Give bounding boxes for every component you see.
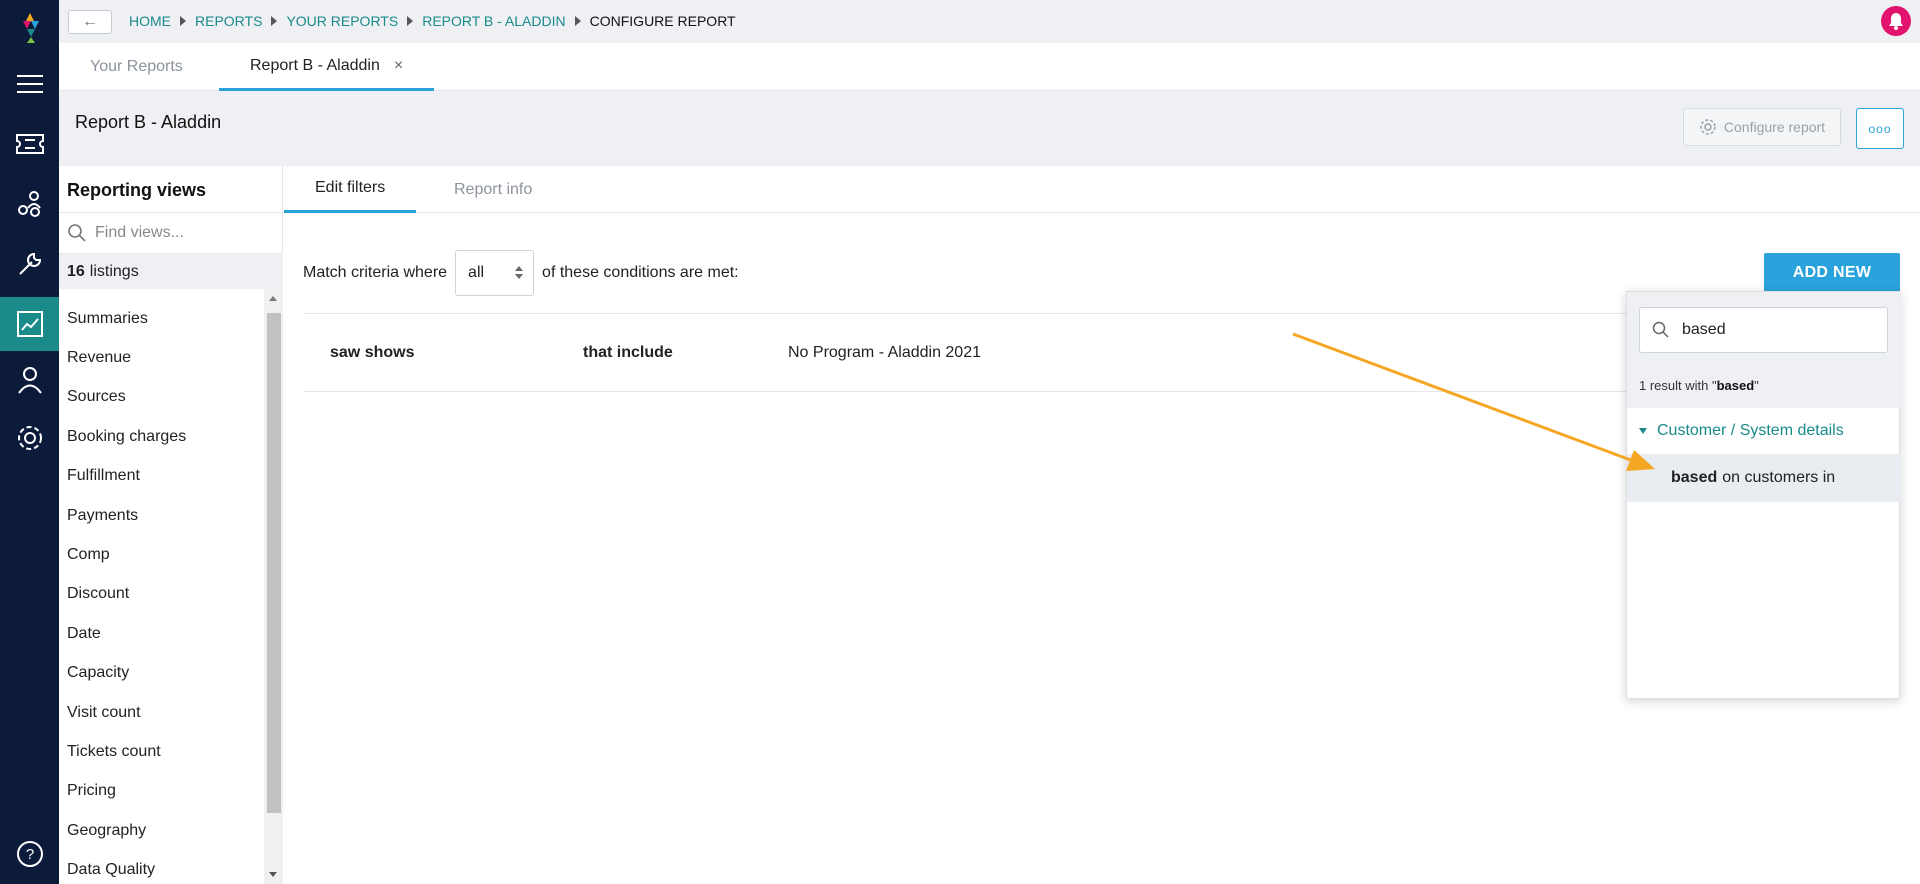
- tab-edit-filters[interactable]: Edit filters: [284, 166, 417, 213]
- condition-field: saw shows: [330, 344, 415, 361]
- match-criteria: Match criteria where all of these condit…: [303, 250, 739, 296]
- tools-icon[interactable]: [0, 239, 59, 289]
- result-term: based: [1716, 378, 1755, 393]
- match-suffix-label: of these conditions are met:: [542, 264, 739, 281]
- result-suffix: ": [1754, 378, 1759, 393]
- views-scrollbar[interactable]: [264, 289, 283, 884]
- breadcrumb-separator-icon: [180, 16, 186, 26]
- app-logo-icon[interactable]: [0, 3, 59, 53]
- match-mode-value: all: [468, 264, 485, 281]
- page-title: Report B - Aladdin: [75, 112, 222, 132]
- group-label: Customer / System details: [1657, 422, 1844, 439]
- dropdown-header: 1 result with "based": [1627, 292, 1901, 408]
- breadcrumb-report[interactable]: REPORT B - ALADDIN: [422, 13, 565, 29]
- breadcrumb-home[interactable]: HOME: [129, 13, 171, 29]
- page-header: Report B - Aladdin Configure report ooo: [59, 91, 1920, 166]
- tab-label: Your Reports: [90, 58, 183, 75]
- dropdown-search: [1639, 307, 1888, 353]
- listings-count: 16 listings: [59, 254, 283, 289]
- help-icon[interactable]: ?: [0, 829, 59, 879]
- tab-report-info[interactable]: Report info: [454, 166, 532, 213]
- view-item-date[interactable]: Date: [59, 614, 264, 653]
- breadcrumb-separator-icon: [574, 16, 581, 26]
- option-rest-text: on customers in: [1722, 469, 1836, 486]
- listings-count-label: listings: [89, 262, 139, 280]
- view-item-data-quality[interactable]: Data Quality: [59, 850, 264, 884]
- reporting-views-list: Summaries Revenue Sources Booking charge…: [59, 289, 264, 884]
- close-tab-icon[interactable]: ×: [394, 57, 403, 75]
- breadcrumb-your-reports[interactable]: YOUR REPORTS: [286, 13, 398, 29]
- reporting-views-title: Reporting views: [67, 180, 207, 200]
- scroll-down-icon[interactable]: [269, 872, 277, 877]
- listings-count-number: 16: [67, 262, 85, 280]
- back-button[interactable]: ←: [68, 10, 112, 34]
- search-result-count: 1 result with "based": [1639, 378, 1759, 393]
- ticket-icon[interactable]: [0, 119, 59, 169]
- add-filter-dropdown: 1 result with "based" Customer / System …: [1626, 291, 1901, 699]
- search-icon: [1652, 321, 1669, 338]
- dropdown-option-based-on-customers-in[interactable]: based on customers in: [1627, 454, 1901, 502]
- customers-icon[interactable]: [0, 179, 59, 229]
- search-icon: [68, 224, 86, 242]
- configure-report-button[interactable]: Configure report: [1683, 108, 1841, 146]
- condition-value: No Program - Aladdin 2021: [788, 344, 981, 361]
- dropdown-search-input[interactable]: [1682, 321, 1872, 339]
- match-mode-select[interactable]: all: [455, 250, 535, 296]
- view-item-summaries[interactable]: Summaries: [59, 299, 264, 338]
- view-item-booking-charges[interactable]: Booking charges: [59, 417, 264, 456]
- more-options-label: ooo: [1868, 121, 1892, 136]
- caret-down-icon: [1639, 428, 1647, 434]
- view-item-tickets-count[interactable]: Tickets count: [59, 732, 264, 771]
- match-prefix-label: Match criteria where: [303, 264, 448, 281]
- option-match-text: based: [1671, 469, 1718, 486]
- tab-label: Edit filters: [315, 179, 386, 196]
- scroll-up-icon[interactable]: [269, 296, 277, 301]
- find-views-input[interactable]: [95, 224, 265, 242]
- tab-report-b-aladdin[interactable]: Report B - Aladdin ×: [219, 43, 435, 91]
- breadcrumb-separator-icon: [271, 16, 278, 26]
- tab-your-reports[interactable]: Your Reports: [90, 43, 183, 91]
- breadcrumb: HOME REPORTS YOUR REPORTS REPORT B - ALA…: [129, 13, 736, 29]
- condition-operator: that include: [583, 344, 673, 361]
- configure-report-label: Configure report: [1723, 119, 1826, 135]
- settings-icon[interactable]: [0, 413, 59, 463]
- svg-text:?: ?: [25, 846, 33, 863]
- view-item-capacity[interactable]: Capacity: [59, 654, 264, 693]
- breadcrumb-separator-icon: [407, 16, 414, 26]
- report-tabs: Your Reports Report B - Aladdin ×: [59, 43, 1920, 91]
- view-item-comp[interactable]: Comp: [59, 535, 264, 574]
- scrollbar-thumb[interactable]: [267, 313, 281, 813]
- top-bar: ← HOME REPORTS YOUR REPORTS REPORT B - A…: [59, 0, 1920, 43]
- view-item-geography[interactable]: Geography: [59, 811, 264, 850]
- view-item-revenue[interactable]: Revenue: [59, 338, 264, 377]
- more-options-button[interactable]: ooo: [1856, 108, 1904, 149]
- gear-icon: [1700, 119, 1716, 135]
- back-arrow-icon: ←: [82, 13, 98, 30]
- view-item-pricing[interactable]: Pricing: [59, 772, 264, 811]
- view-item-discount[interactable]: Discount: [59, 575, 264, 614]
- tab-label: Report info: [454, 180, 533, 198]
- user-icon[interactable]: [0, 355, 59, 405]
- breadcrumb-reports[interactable]: REPORTS: [195, 13, 262, 29]
- breadcrumb-current: CONFIGURE REPORT: [589, 13, 736, 29]
- view-item-sources[interactable]: Sources: [59, 378, 264, 417]
- reporting-views-panel: Reporting views 16listings Summaries Rev…: [59, 166, 283, 884]
- dropdown-group-customer-system[interactable]: Customer / System details: [1627, 408, 1901, 454]
- view-item-visit-count[interactable]: Visit count: [59, 693, 264, 732]
- view-item-payments[interactable]: Payments: [59, 496, 264, 535]
- add-new-button[interactable]: ADD NEW: [1764, 253, 1900, 293]
- result-prefix: 1 result with ": [1639, 378, 1717, 393]
- view-item-fulfillment[interactable]: Fulfillment: [59, 457, 264, 496]
- notifications-bell-icon[interactable]: [1881, 6, 1911, 36]
- reports-icon[interactable]: [0, 297, 59, 351]
- find-views-search: [59, 212, 283, 254]
- content-tabs: Edit filters Report info: [284, 166, 1920, 213]
- select-arrows-icon: [515, 266, 524, 279]
- nav-rail: ?: [0, 0, 59, 884]
- menu-icon[interactable]: [0, 59, 59, 109]
- tab-label: Report B - Aladdin: [250, 56, 380, 74]
